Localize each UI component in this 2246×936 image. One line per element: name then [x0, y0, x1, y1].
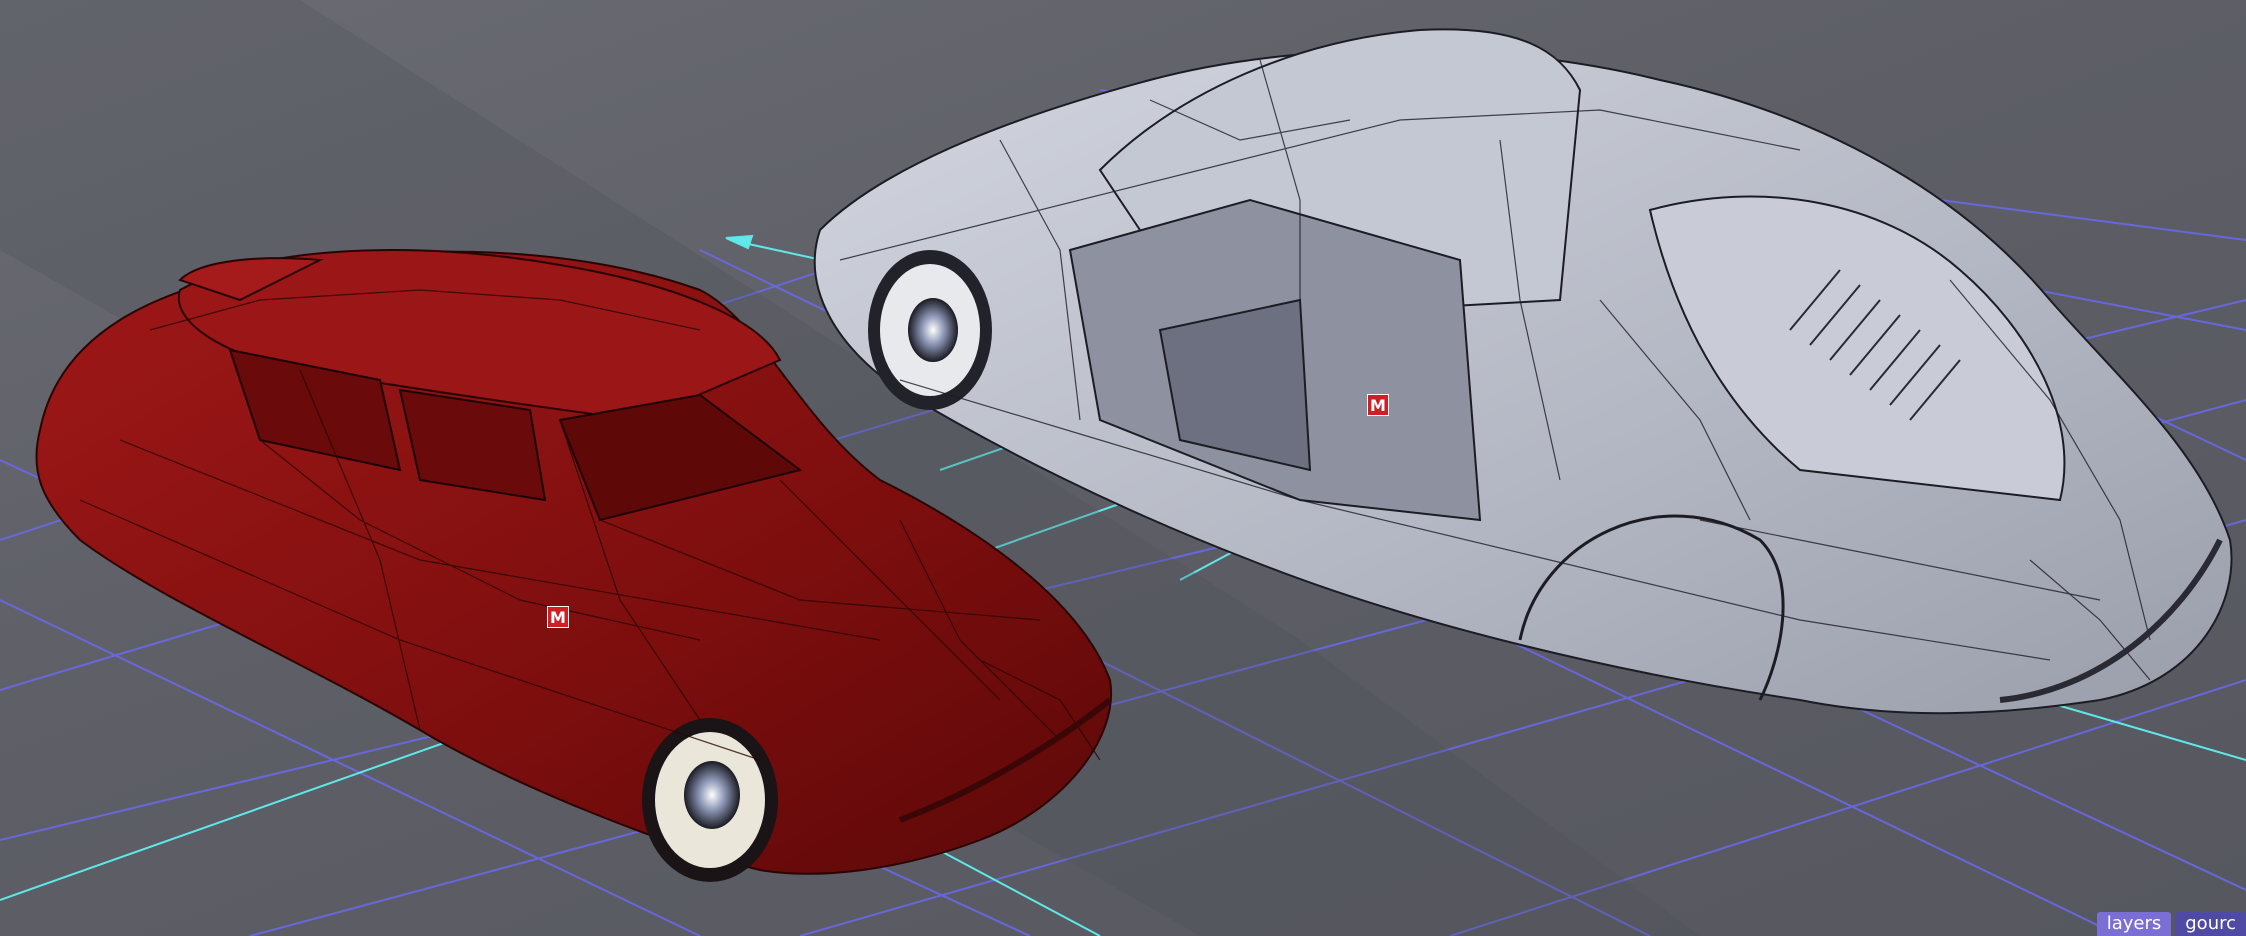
tab-layers[interactable]: layers	[2096, 912, 2172, 936]
wireframe-car-marker[interactable]: M	[1367, 394, 1389, 416]
viewport-canvas	[0, 0, 2246, 936]
red-car-marker[interactable]: M	[547, 606, 569, 628]
tab-gouraud[interactable]: gourc	[2175, 912, 2246, 936]
statusbar: layers gourc	[2096, 912, 2246, 936]
3d-viewport[interactable]: M M layers gourc	[0, 0, 2246, 936]
